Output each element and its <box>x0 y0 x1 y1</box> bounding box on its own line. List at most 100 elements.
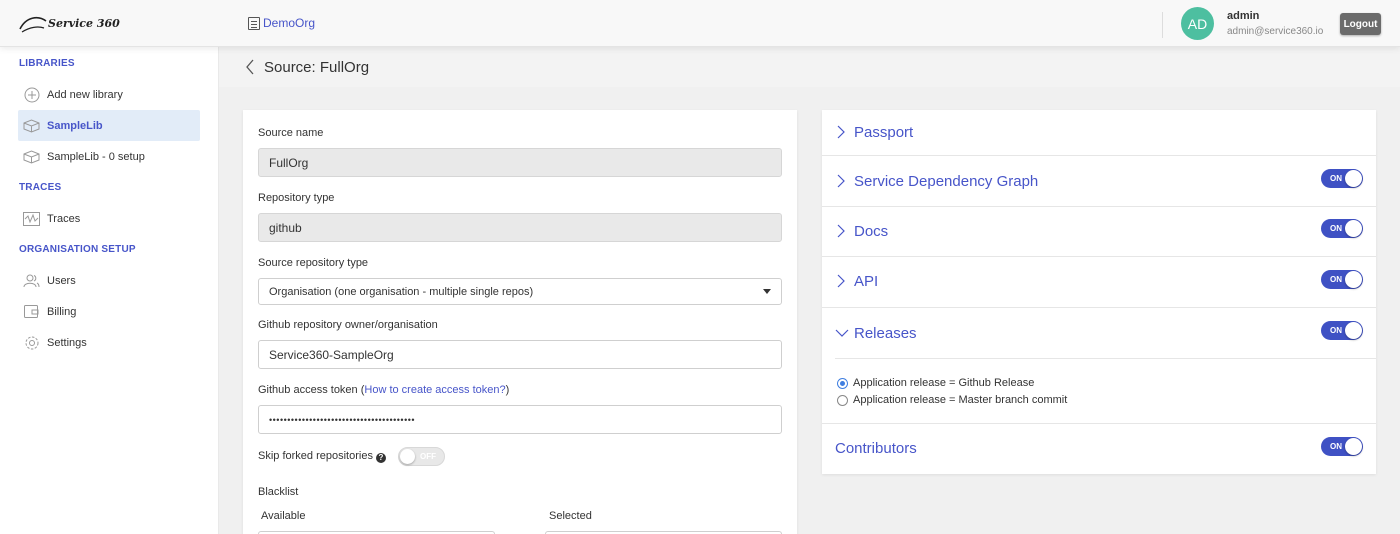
sidebar-item-label: Users <box>47 274 76 287</box>
box-icon <box>23 118 40 133</box>
toggle-knob <box>1345 322 1362 339</box>
selected-option: Organisation (one organisation - multipl… <box>269 285 534 298</box>
plus-circle-icon <box>23 87 40 102</box>
sidebar-item-samplelib-0-setup[interactable]: SampleLib - 0 setup <box>18 141 200 172</box>
sidebar-item-label: Billing <box>47 305 77 318</box>
sidebar-section-libraries: LIBRARIES <box>19 58 75 69</box>
toggle-state-label: ON <box>1330 224 1342 233</box>
toggle-state-label: ON <box>1330 174 1342 183</box>
sidebar-item-label: Traces <box>47 212 81 225</box>
docs-toggle[interactable]: ON <box>1321 219 1363 238</box>
caret-down-icon <box>763 289 771 294</box>
sidebar-item-label: SampleLib <box>47 119 103 132</box>
sidebar-item-traces[interactable]: Traces <box>18 203 200 234</box>
toggle-knob <box>1345 271 1362 288</box>
gear-icon <box>23 336 40 350</box>
toggle-knob <box>1345 220 1362 237</box>
accordion-api[interactable]: API <box>854 273 878 290</box>
toggle-state-label: ON <box>1330 326 1342 335</box>
toggle-knob <box>1345 438 1362 455</box>
skip-forked-label: Skip forked repositories? <box>258 450 386 463</box>
access-token-label-suffix: ) <box>505 384 510 396</box>
radio-label: Application release = Github Release <box>853 377 1035 389</box>
skip-forked-toggle[interactable]: OFF <box>398 447 445 466</box>
owner-label: Github repository owner/organisation <box>258 319 438 331</box>
skip-forked-label-text: Skip forked repositories <box>258 450 373 462</box>
access-token-field[interactable]: •••••••••••••••••••••••••••••••••••••••• <box>258 405 782 434</box>
wallet-icon <box>23 305 40 319</box>
access-token-label-prefix: Github access token ( <box>258 384 365 396</box>
chevron-right-icon[interactable] <box>836 273 846 289</box>
help-icon[interactable]: ? <box>375 452 386 463</box>
sidebar-section-organisation-setup: ORGANISATION SETUP <box>19 244 136 255</box>
release-option-github-release[interactable]: Application release = Github Release <box>837 377 1034 389</box>
releases-toggle[interactable]: ON <box>1321 321 1363 340</box>
divider <box>822 256 1376 257</box>
divider <box>835 358 1376 359</box>
chevron-right-icon[interactable] <box>836 173 846 189</box>
accordion-docs[interactable]: Docs <box>854 223 888 240</box>
accordion-releases[interactable]: Releases <box>854 325 917 342</box>
radio-label: Application release = Master branch comm… <box>853 394 1068 406</box>
toggle-state-label: ON <box>1330 275 1342 284</box>
access-token-label: Github access token (How to create acces… <box>258 384 509 396</box>
service360-logo[interactable]: Service 360 <box>18 13 120 35</box>
top-bar: Service 360 DemoOrg AD admin admin@servi… <box>0 0 1400 47</box>
sidebar-item-label: Settings <box>47 336 87 349</box>
divider <box>822 155 1376 156</box>
divider <box>822 206 1376 207</box>
source-name-label: Source name <box>258 127 324 139</box>
chevron-right-icon[interactable] <box>836 223 846 239</box>
contributors-toggle[interactable]: ON <box>1321 437 1363 456</box>
accordion-passport[interactable]: Passport <box>854 124 913 141</box>
sidebar-item-label: Add new library <box>47 88 123 101</box>
back-chevron-icon[interactable] <box>244 58 256 76</box>
owner-field[interactable]: Service360-SampleOrg <box>258 340 782 369</box>
avatar[interactable]: AD <box>1181 7 1214 40</box>
release-option-master-commit[interactable]: Application release = Master branch comm… <box>837 394 1067 406</box>
accordion-service-dependency-graph[interactable]: Service Dependency Graph <box>854 173 1038 190</box>
sidebar-item-label: SampleLib - 0 setup <box>47 150 145 163</box>
radio-checked-icon <box>837 377 848 389</box>
sidebar-item-billing[interactable]: Billing <box>18 296 200 327</box>
toggle-state-label: OFF <box>420 452 436 461</box>
waveform-icon <box>23 211 40 226</box>
sidebar-item-add-new-library[interactable]: Add new library <box>18 79 200 110</box>
repository-type-label: Repository type <box>258 192 335 204</box>
service-graph-toggle[interactable]: ON <box>1321 169 1363 188</box>
sidebar-item-settings[interactable]: Settings <box>18 327 200 358</box>
accordion-contributors[interactable]: Contributors <box>835 440 917 457</box>
toggle-knob <box>400 449 415 464</box>
org-switcher-link[interactable]: DemoOrg <box>248 16 315 30</box>
api-toggle[interactable]: ON <box>1321 270 1363 289</box>
chevron-right-icon[interactable] <box>836 124 846 140</box>
available-label: Available <box>261 510 306 522</box>
sidebar-section-traces: TRACES <box>19 182 62 193</box>
users-icon <box>23 274 40 288</box>
page-header <box>219 47 1400 87</box>
source-repository-type-select[interactable]: Organisation (one organisation - multipl… <box>258 278 782 305</box>
repository-type-field[interactable]: github <box>258 213 782 242</box>
logo-text: Service 360 <box>48 17 120 30</box>
sidebar-item-users[interactable]: Users <box>18 265 200 296</box>
source-repository-type-label: Source repository type <box>258 257 369 269</box>
source-name-field[interactable]: FullOrg <box>258 148 782 177</box>
logout-button[interactable]: Logout <box>1340 13 1381 35</box>
sidebar-item-samplelib[interactable]: SampleLib <box>18 110 200 141</box>
box-icon <box>23 149 40 164</box>
selected-label: Selected <box>549 510 592 522</box>
user-name: admin <box>1227 10 1260 22</box>
toggle-knob <box>1345 170 1362 187</box>
how-to-create-token-link[interactable]: How to create access token? <box>364 384 505 396</box>
topbar-divider <box>1162 12 1163 38</box>
blacklist-label: Blacklist <box>258 486 299 498</box>
features-panel <box>822 110 1376 474</box>
divider <box>822 307 1376 308</box>
user-email: admin@service360.io <box>1227 26 1324 37</box>
toggle-state-label: ON <box>1330 442 1342 451</box>
chevron-down-icon[interactable] <box>834 327 850 337</box>
logo-swoosh-icon <box>19 16 47 33</box>
org-name: DemoOrg <box>263 16 316 30</box>
page-title: Source: FullOrg <box>264 59 370 76</box>
document-list-icon <box>248 16 260 30</box>
